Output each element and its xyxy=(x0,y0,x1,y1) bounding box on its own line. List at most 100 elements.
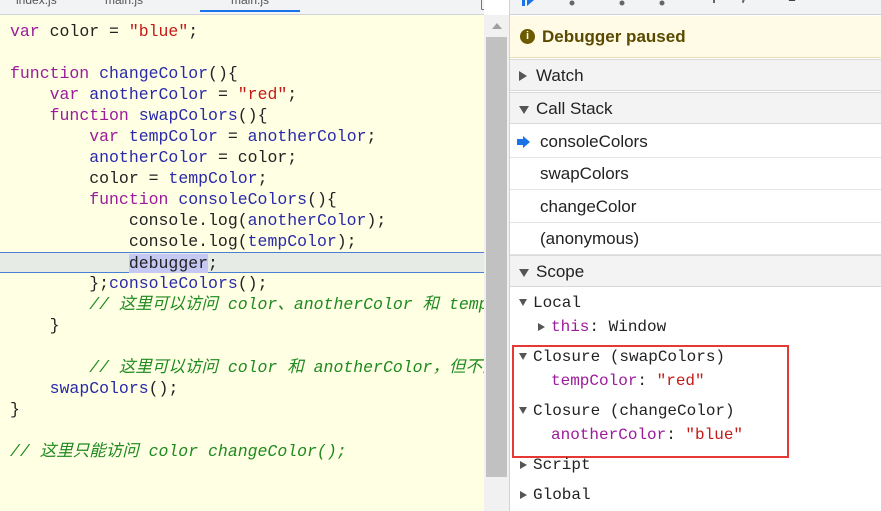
expand-triangle-icon xyxy=(520,461,527,469)
code-token: function xyxy=(89,190,179,209)
step-out-icon[interactable] xyxy=(656,0,668,6)
callstack-section-header[interactable]: Call Stack xyxy=(510,92,881,124)
tab-overflow-icon[interactable] xyxy=(481,0,484,10)
step-into-icon[interactable] xyxy=(616,0,628,6)
code-line: // 这里可以访问 color 和 anotherColor，但不能访问 tem… xyxy=(0,357,484,378)
call-frame-label: consoleColors xyxy=(540,132,648,151)
scope-section-header[interactable]: Scope xyxy=(510,255,881,287)
code-lines: var color = "blue"; function changeColor… xyxy=(0,21,484,462)
this-key: this xyxy=(551,318,590,336)
code-token: function xyxy=(49,106,139,125)
code-token: var xyxy=(89,127,129,146)
code-line: var color = "blue"; xyxy=(0,21,484,42)
code-token: consoleColors xyxy=(109,274,238,293)
code-token: var xyxy=(10,22,50,41)
scope-script[interactable]: Script xyxy=(510,453,881,477)
call-frame-label: swapColors xyxy=(540,164,629,183)
code-token: tempColor xyxy=(168,169,258,188)
scroll-up-arrow-icon[interactable] xyxy=(492,23,502,29)
resume-icon[interactable] xyxy=(522,0,534,6)
code-line: var anotherColor = "red"; xyxy=(0,84,484,105)
code-token: = xyxy=(217,127,248,146)
code-token: = xyxy=(208,85,238,104)
code-token: } xyxy=(10,316,60,335)
code-line: function swapColors(){ xyxy=(0,105,484,126)
code-token: anotherColor xyxy=(247,127,367,146)
code-token: (){ xyxy=(208,64,238,83)
code-line: } xyxy=(0,315,484,336)
watch-label: Watch xyxy=(536,66,584,85)
code-token: swapColors xyxy=(49,379,149,398)
code-line: // 这里只能访问 color changeColor(); xyxy=(0,441,484,462)
code-line: var tempColor = anotherColor; xyxy=(0,126,484,147)
code-line: anotherColor = color; xyxy=(0,147,484,168)
code-token: "blue" xyxy=(128,22,189,41)
code-token: (); xyxy=(237,274,268,293)
editor-tab[interactable]: index.js xyxy=(16,0,57,12)
code-token: debugger xyxy=(128,254,209,273)
code-line: console.log(tempColor); xyxy=(0,231,484,252)
watch-section-header[interactable]: Watch xyxy=(510,59,881,91)
code-line: };consoleColors(); xyxy=(0,273,484,294)
deactivate-breakpoints-icon[interactable] xyxy=(742,0,754,6)
code-editor[interactable]: index.js main.js main.js var color = "bl… xyxy=(0,0,484,511)
code-token: = color; xyxy=(208,148,298,167)
scope-this-entry: this: Window xyxy=(551,318,667,336)
code-token: consoleColors xyxy=(178,190,308,209)
code-token: (){ xyxy=(307,190,337,209)
code-line-paused: debugger; xyxy=(0,252,484,273)
this-value: Window xyxy=(608,318,667,336)
expand-triangle-icon xyxy=(538,323,545,331)
scope-this[interactable]: this: Window xyxy=(510,315,881,339)
paused-message: Debugger paused xyxy=(542,27,686,46)
call-frame[interactable]: swapColors xyxy=(510,158,881,190)
current-frame-arrow-icon xyxy=(517,136,530,148)
code-token: }; xyxy=(10,274,110,293)
code-line: console.log(anotherColor); xyxy=(0,210,484,231)
code-token: ; xyxy=(287,85,298,104)
code-token: ; xyxy=(188,22,199,41)
code-line: color = tempColor; xyxy=(0,168,484,189)
pause-on-exceptions-icon[interactable] xyxy=(786,0,798,6)
scope-local-label: Local xyxy=(533,294,582,312)
code-token: // 这里可以访问 color 和 anotherColor，但不能访问 tem… xyxy=(89,358,484,377)
collapse-triangle-icon xyxy=(519,106,529,114)
scrollbar-thumb[interactable] xyxy=(486,37,507,477)
code-token: (); xyxy=(148,379,179,398)
code-token: (){ xyxy=(237,106,268,125)
editor-tab-bar: index.js main.js main.js xyxy=(0,0,484,15)
code-token: anotherColor xyxy=(89,85,209,104)
call-frame-label: (anonymous) xyxy=(540,229,640,248)
code-line: function changeColor(){ xyxy=(0,63,484,84)
editor-tab-active[interactable]: main.js xyxy=(200,0,300,12)
expand-triangle-icon xyxy=(520,491,527,499)
editor-tab[interactable]: main.js xyxy=(105,0,143,12)
code-token: changeColor xyxy=(99,64,209,83)
editor-scrollbar[interactable] xyxy=(484,15,509,511)
step-over-icon[interactable] xyxy=(566,0,578,6)
scope-local[interactable]: Local xyxy=(510,291,881,315)
collapse-triangle-icon xyxy=(519,269,529,277)
code-token: // 这里可以访问 color、anotherColor 和 tempColor xyxy=(89,295,484,314)
code-token: color = xyxy=(10,169,169,188)
scope-global[interactable]: Global xyxy=(510,483,881,507)
call-frame[interactable]: (anonymous) xyxy=(510,223,881,255)
code-token: // 这里只能访问 color changeColor(); xyxy=(10,442,347,461)
step-icon[interactable] xyxy=(710,0,722,6)
code-line: swapColors(); xyxy=(0,378,484,399)
scope-global-label: Global xyxy=(533,486,591,504)
debugger-paused-banner: i Debugger paused xyxy=(510,16,881,58)
code-token: color = xyxy=(49,22,129,41)
code-token: swapColors xyxy=(138,106,238,125)
call-frame[interactable]: changeColor xyxy=(510,191,881,223)
code-token: ; xyxy=(257,169,268,188)
call-frame-current[interactable]: consoleColors xyxy=(510,126,881,158)
